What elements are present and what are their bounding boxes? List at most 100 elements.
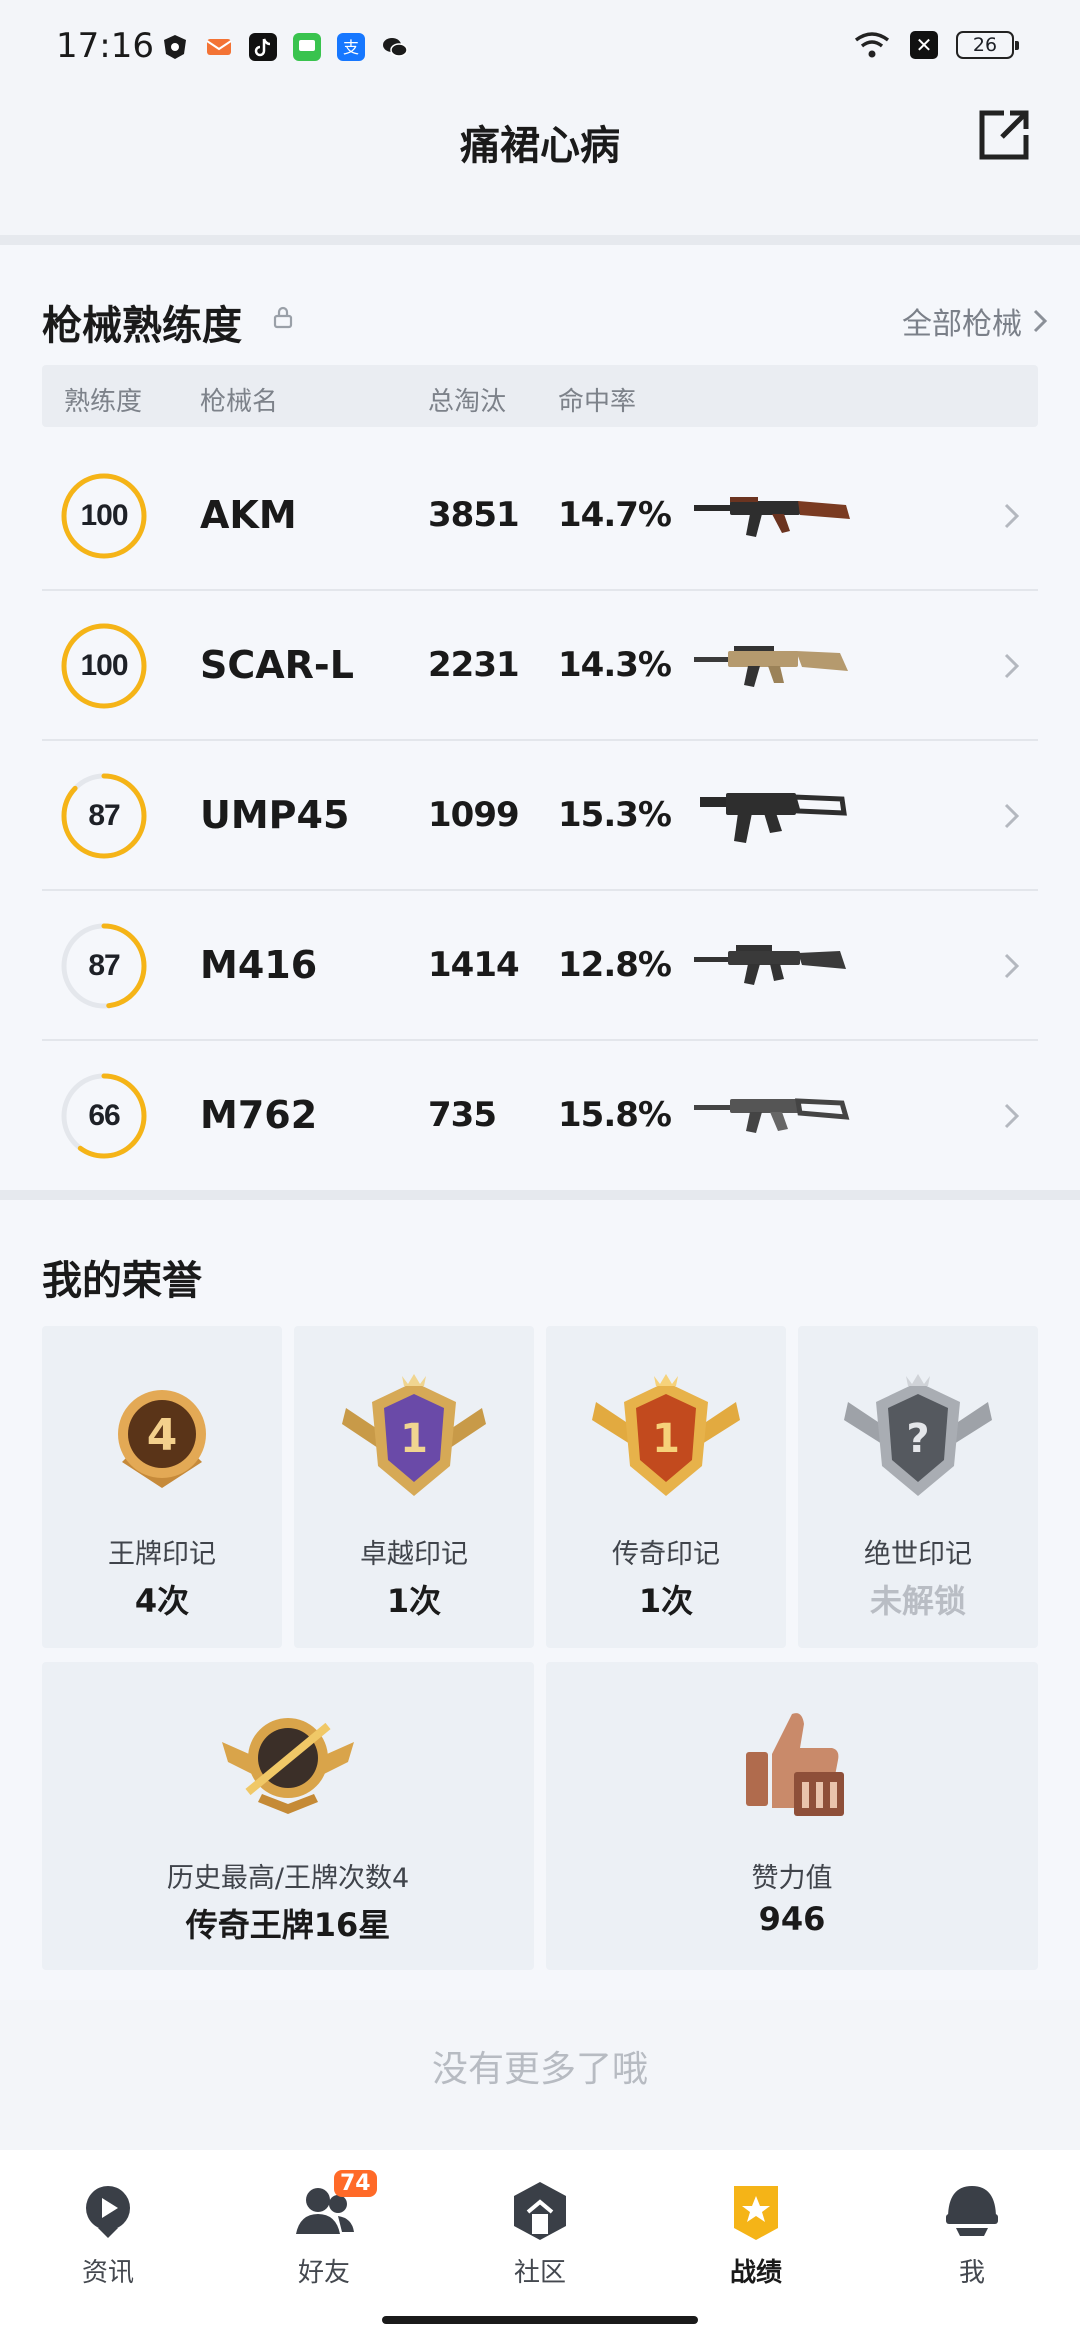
ace-rank-emblem-icon — [222, 1718, 354, 1814]
svg-text:支: 支 — [343, 38, 359, 57]
proficiency-level: 87 — [88, 799, 120, 832]
section-divider — [0, 235, 1080, 245]
all-weapons-label: 全部枪械 — [902, 307, 1022, 342]
chevron-right-icon — [1004, 803, 1020, 829]
tab-label: 资讯 — [81, 2258, 134, 2288]
proficiency-level: 66 — [88, 1099, 120, 1132]
ace-mark-badge-icon: 4 — [118, 1390, 206, 1488]
peerless-mark-badge-icon: ? — [844, 1374, 992, 1496]
weapons-section-title: 枪械熟练度 — [42, 303, 242, 349]
notification-x-icon: ✕ — [910, 31, 938, 59]
badge-number: 1 — [652, 1416, 680, 1462]
badge-number: 4 — [147, 1410, 178, 1461]
messages-app-icon — [293, 33, 321, 61]
honor-tile-history[interactable]: 历史最高/王牌次数4 传奇王牌16星 — [42, 1662, 534, 1970]
honor-value: 1次 — [638, 1582, 694, 1620]
col-header-kills: 总淘汰 — [428, 387, 507, 417]
status-app-icons: 支 — [160, 32, 410, 62]
tab-label: 好友 — [297, 2258, 350, 2288]
tab-news[interactable]: 资讯 — [38, 2170, 178, 2300]
thumbs-up-icon — [746, 1713, 844, 1816]
profile-icon — [946, 2186, 998, 2236]
proficiency-level: 100 — [80, 499, 128, 532]
mail-app-icon — [206, 39, 232, 55]
weapon-name: SCAR-L — [200, 643, 354, 687]
honor-tile-effort[interactable]: 赞力值 946 — [546, 1662, 1038, 1970]
weapon-kills: 1099 — [428, 795, 520, 835]
all-weapons-link[interactable]: 全部枪械 — [902, 299, 1048, 343]
weapon-name: M416 — [200, 943, 318, 987]
honor-name: 传奇印记 — [612, 1539, 720, 1570]
tiktok-app-icon — [249, 33, 277, 61]
battery-indicator: 26 — [956, 31, 1019, 59]
weapon-name: UMP45 — [200, 793, 350, 837]
akm-rifle-icon — [694, 497, 850, 537]
weapon-name: AKM — [200, 493, 297, 537]
weapon-kills: 1414 — [428, 945, 520, 985]
honor-tile-excellence[interactable]: 1 卓越印记 1次 — [294, 1326, 534, 1648]
page-header: 痛裙心病 — [0, 95, 1080, 235]
proficiency-level: 87 — [88, 949, 120, 982]
honor-tile-legend[interactable]: 1 传奇印记 1次 — [546, 1326, 786, 1648]
records-icon — [734, 2186, 778, 2240]
honor-card: 我的荣誉 4 王牌印记 4次 1 卓越印记 1次 1 传奇印记 1次 ? 绝世印… — [0, 1200, 1080, 2000]
tab-friends[interactable]: 74 好友 — [254, 2170, 394, 2300]
tab-label: 我 — [958, 2258, 985, 2288]
weapon-kills: 735 — [428, 1095, 497, 1135]
lock-icon[interactable] — [272, 305, 294, 329]
community-icon — [514, 2182, 566, 2240]
honor-name: 卓越印记 — [360, 1539, 468, 1570]
honor-value: 4次 — [134, 1582, 190, 1620]
weapon-kills: 3851 — [428, 495, 520, 535]
section-divider — [0, 1190, 1080, 1200]
share-external-icon[interactable] — [974, 105, 1034, 165]
chevron-right-icon — [1004, 653, 1020, 679]
weapon-accuracy: 14.7% — [558, 495, 672, 535]
friends-count-badge: 74 — [334, 2170, 377, 2197]
col-header-accuracy: 命中率 — [558, 387, 637, 417]
shield-app-icon — [164, 35, 186, 59]
tab-community[interactable]: 社区 — [470, 2170, 610, 2300]
weapon-accuracy: 15.8% — [558, 1095, 672, 1135]
honor-tile-ace[interactable]: 4 王牌印记 4次 — [42, 1326, 282, 1648]
honor-value: 1次 — [386, 1582, 442, 1620]
wifi-icon — [854, 32, 890, 58]
weapon-accuracy: 15.3% — [558, 795, 672, 835]
bottom-tab-bar: 资讯 74 好友 社区 战绩 我 — [0, 2150, 1080, 2340]
weapon-name: M762 — [200, 1093, 318, 1137]
badge-number: 1 — [400, 1416, 428, 1462]
honor-value: 946 — [758, 1900, 826, 1938]
honor-name: 历史最高/王牌次数4 — [166, 1863, 410, 1894]
chevron-right-icon — [1004, 1103, 1020, 1129]
honor-value: 传奇王牌16星 — [185, 1906, 391, 1944]
badge-number: ? — [906, 1416, 929, 1462]
tab-records[interactable]: 战绩 — [686, 2170, 826, 2300]
honor-name: 绝世印记 — [864, 1539, 972, 1570]
wechat-app-icon — [383, 38, 408, 57]
ump45-smg-icon — [700, 793, 847, 843]
col-header-level: 熟练度 — [64, 387, 143, 417]
m762-rifle-icon — [694, 1098, 850, 1133]
tab-label: 社区 — [513, 2258, 566, 2288]
end-of-list-text: 没有更多了哦 — [431, 2049, 648, 2090]
honor-name: 赞力值 — [751, 1863, 833, 1894]
honor-name: 王牌印记 — [108, 1539, 216, 1570]
col-header-name: 枪械名 — [200, 387, 279, 417]
tab-profile[interactable]: 我 — [902, 2170, 1042, 2300]
weapon-row-scar-l[interactable]: 100 SCAR-L 2231 14.3% — [42, 591, 1038, 741]
chevron-right-icon — [1004, 953, 1020, 979]
weapons-card: 枪械熟练度 全部枪械 熟练度 枪械名 总淘汰 命中率 100 AKM 3851 … — [0, 245, 1080, 1190]
weapon-row-m762[interactable]: 66 M762 735 15.8% — [42, 1041, 1038, 1191]
weapon-row-ump45[interactable]: 87 UMP45 1099 15.3% — [42, 741, 1038, 891]
weapon-row-akm[interactable]: 100 AKM 3851 14.7% — [42, 441, 1038, 591]
proficiency-level: 100 — [80, 649, 128, 682]
weapon-row-m416[interactable]: 87 M416 1414 12.8% — [42, 891, 1038, 1041]
alipay-app-icon: 支 — [337, 33, 365, 61]
honor-tile-peerless[interactable]: ? 绝世印记 未解锁 — [798, 1326, 1038, 1648]
status-bar: 17:16 支 ✕ 26 — [0, 0, 1080, 95]
honor-section-title: 我的荣誉 — [42, 1258, 202, 1304]
chevron-right-icon — [1033, 309, 1048, 333]
legend-mark-badge-icon: 1 — [592, 1374, 740, 1496]
page-title: 痛裙心病 — [460, 123, 620, 169]
tab-label: 战绩 — [729, 2258, 782, 2288]
